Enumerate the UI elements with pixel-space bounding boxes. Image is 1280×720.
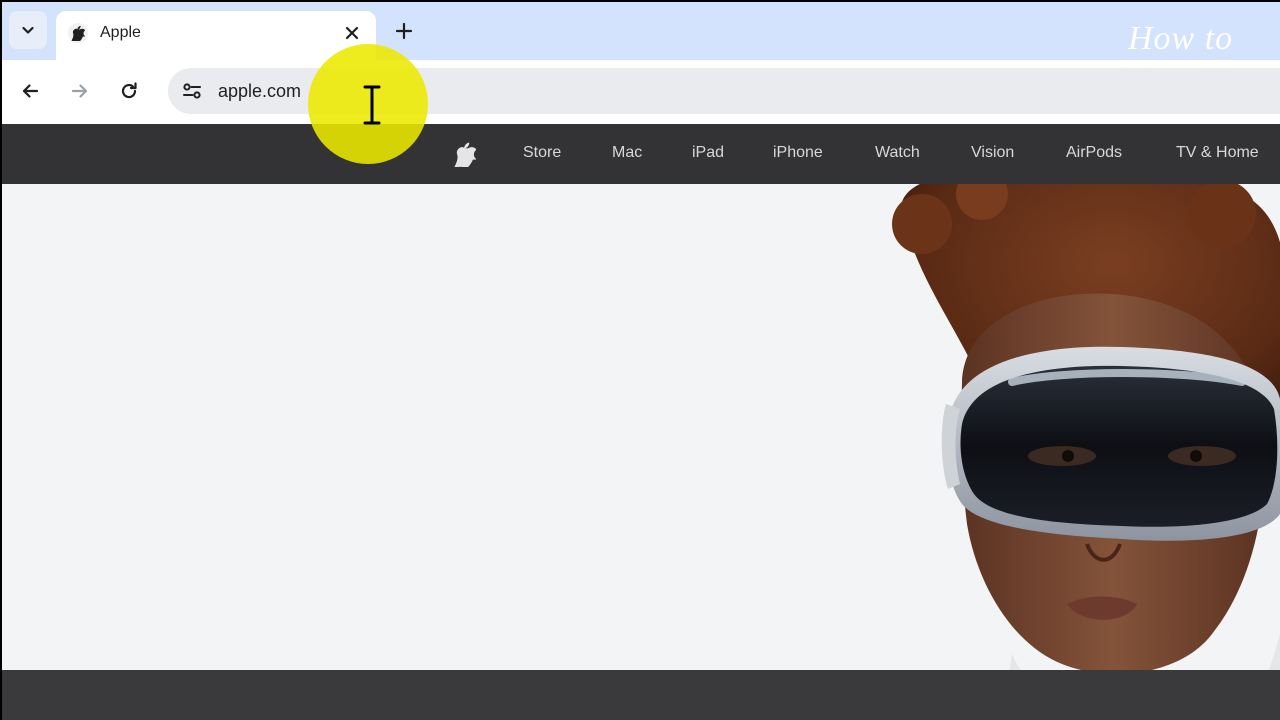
text-cursor-icon (363, 85, 381, 125)
apple-logo-icon[interactable] (454, 141, 476, 167)
plus-icon (395, 22, 413, 40)
tab-title: Apple (100, 24, 141, 41)
nav-item-watch[interactable]: Watch (875, 144, 920, 162)
page-bottom-band (2, 670, 1280, 720)
apple-global-nav: Store Mac iPad iPhone Watch Vision AirPo… (2, 124, 1280, 184)
nav-item-airpods[interactable]: AirPods (1066, 144, 1122, 162)
nav-item-store[interactable]: Store (523, 144, 561, 162)
reload-icon (121, 82, 137, 99)
tab-close-button[interactable] (338, 19, 366, 47)
nav-item-vision[interactable]: Vision (971, 144, 1014, 162)
tab-apple[interactable]: Apple (56, 11, 376, 60)
tune-icon (183, 83, 201, 99)
nav-item-ipad[interactable]: iPad (692, 144, 724, 162)
apple-favicon-icon (68, 23, 88, 43)
vision-pro-hero-image (892, 184, 1280, 670)
forward-button[interactable] (63, 74, 97, 108)
new-tab-button[interactable] (388, 15, 420, 47)
arrow-left-icon (22, 84, 39, 98)
browser-window: Apple How to apple.com Store Mac iPad iP… (2, 2, 1280, 720)
site-info-button[interactable] (176, 75, 208, 107)
chevron-down-icon (22, 26, 34, 34)
nav-item-iphone[interactable]: iPhone (773, 144, 823, 162)
hero-section (2, 184, 1280, 670)
nav-item-tv-home[interactable]: TV & Home (1176, 144, 1259, 162)
close-icon (345, 26, 359, 40)
video-watermark: How to (1128, 20, 1234, 57)
tab-strip: Apple How to (2, 2, 1280, 60)
browser-toolbar (2, 60, 1280, 124)
arrow-right-icon (71, 84, 88, 98)
reload-button[interactable] (112, 74, 146, 108)
back-button[interactable] (13, 74, 47, 108)
tab-search-button[interactable] (9, 11, 47, 49)
nav-item-mac[interactable]: Mac (612, 144, 642, 162)
